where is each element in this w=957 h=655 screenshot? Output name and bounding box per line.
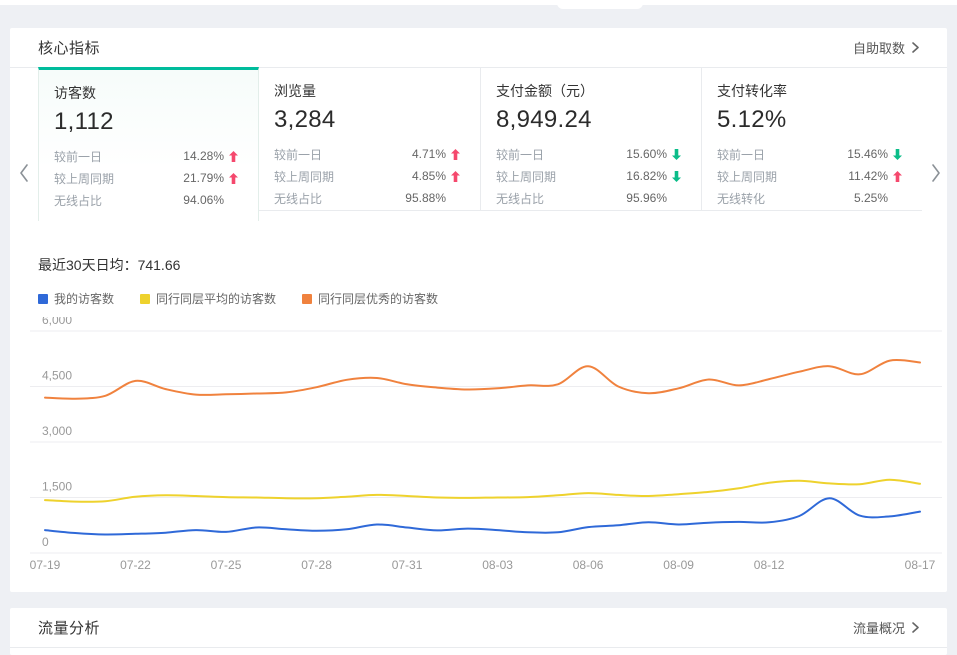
page-title: 核心指标 [38,37,100,58]
metric-row: 较前一日 15.46% [717,143,902,165]
metric-row: 较前一日 14.28% [54,145,238,167]
svg-text:07-19: 07-19 [30,558,61,572]
metric-row: 无线占比 94.06% [54,189,238,211]
svg-text:08-17: 08-17 [905,558,936,572]
core-metrics-header: 核心指标 自助取数 [10,28,947,68]
legend-item-my-visitors[interactable]: 我的访客数 [38,290,114,307]
svg-text:3,000: 3,000 [42,424,72,438]
scrolled-tab-edge [557,0,643,9]
trend-arrow-icon [229,173,238,184]
metric-title: 访客数 [54,83,238,103]
chevron-right-icon [912,622,919,633]
carousel-prev-button[interactable] [13,160,35,186]
svg-text:0: 0 [42,535,49,549]
metric-value: 8,949.24 [496,106,681,134]
metric-card-visitors[interactable]: 访客数 1,112 较前一日 14.28% 较上周同期 21.79% 无线占比 … [38,67,259,221]
trend-arrow-icon [893,171,902,182]
svg-text:08-12: 08-12 [754,558,785,572]
traffic-analysis-panel: 流量分析 流量概况 [10,608,947,655]
metric-value: 1,112 [54,108,238,136]
metric-row: 无线占比 95.88% [274,187,460,209]
visitors-trend-section: 最近30天日均：741.66 我的访客数 同行同层平均的访客数 同行同层优秀的访… [10,221,947,575]
carousel-next-button[interactable] [925,160,947,186]
svg-text:07-25: 07-25 [211,558,242,572]
trend-arrow-icon [672,149,681,160]
metric-value: 3,284 [274,106,460,134]
metric-row: 较上周同期 21.79% [54,167,238,189]
legend-item-peer-excellent[interactable]: 同行同层优秀的访客数 [302,290,438,307]
core-metrics-panel: 核心指标 自助取数 访客数 1,112 较前一日 14.28% 较上周同期 21… [10,28,947,592]
svg-text:07-31: 07-31 [392,558,423,572]
traffic-overview-label: 流量概况 [853,618,905,637]
metric-cards-row: 访客数 1,112 较前一日 14.28% 较上周同期 21.79% 无线占比 … [10,68,947,221]
chevron-right-icon [912,42,919,53]
metric-title: 浏览量 [274,81,460,101]
svg-text:1,500: 1,500 [42,480,72,494]
metric-row: 较上周同期 16.82% [496,165,681,187]
metric-value: 5.12% [717,106,902,134]
metric-row: 较前一日 4.71% [274,143,460,165]
traffic-analysis-header: 流量分析 流量概况 [10,608,947,648]
legend-item-peer-average[interactable]: 同行同层平均的访客数 [140,290,276,307]
chevron-right-icon [931,164,941,182]
svg-text:4,500: 4,500 [42,369,72,383]
trend-arrow-icon [672,171,681,182]
metric-card-conversion-rate[interactable]: 支付转化率 5.12% 较前一日 15.46% 较上周同期 11.42% 无线转… [701,68,922,211]
metric-row: 无线转化 5.25% [717,187,902,209]
svg-text:08-03: 08-03 [482,558,513,572]
metric-row: 无线占比 95.96% [496,187,681,209]
self-service-data-label: 自助取数 [853,38,905,57]
chevron-left-icon [19,164,29,182]
svg-text:6,000: 6,000 [42,317,72,327]
svg-text:08-06: 08-06 [573,558,604,572]
legend-swatch-blue [38,294,48,304]
scrolled-panel-edge [0,0,957,5]
metric-title: 支付金额（元） [496,81,681,101]
metric-row: 较上周同期 11.42% [717,165,902,187]
svg-text:07-22: 07-22 [120,558,151,572]
visitors-trend-chart: 0 1,500 3,000 4,500 6,000 07-19 07-22 07-25 07-2… [30,317,947,575]
legend-swatch-yellow [140,294,150,304]
metric-card-payment-amount[interactable]: 支付金额（元） 8,949.24 较前一日 15.60% 较上周同期 16.82… [480,68,701,211]
legend-swatch-orange [302,294,312,304]
average-30d-label: 最近30天日均：741.66 [38,255,947,275]
svg-text:07-28: 07-28 [301,558,332,572]
chart-legend: 我的访客数 同行同层平均的访客数 同行同层优秀的访客数 [38,290,947,307]
trend-arrow-icon [451,149,460,160]
metric-row: 较前一日 15.60% [496,143,681,165]
trend-arrow-icon [451,171,460,182]
metric-card-pageviews[interactable]: 浏览量 3,284 较前一日 4.71% 较上周同期 4.85% 无线占比 95… [259,68,480,211]
traffic-overview-link[interactable]: 流量概况 [853,618,919,637]
trend-arrow-icon [893,149,902,160]
svg-text:08-09: 08-09 [663,558,694,572]
traffic-analysis-title: 流量分析 [38,617,100,638]
self-service-data-link[interactable]: 自助取数 [853,38,919,57]
metric-title: 支付转化率 [717,81,902,101]
trend-arrow-icon [229,151,238,162]
metric-row: 较上周同期 4.85% [274,165,460,187]
